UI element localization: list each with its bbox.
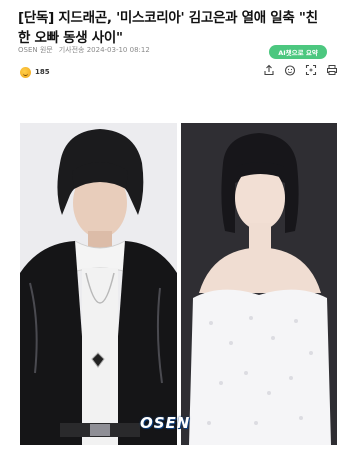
article-headline: [단독] 지드래곤, '미스코리아' 김고은과 열애 일축 "친한 오빠 동생 … [18, 10, 318, 46]
article-date: 기사전송 2024-03-10 08:12 [58, 46, 150, 54]
reaction-counter[interactable]: 185 [20, 66, 50, 78]
smile-reaction-icon [20, 66, 31, 78]
fullscreen-icon[interactable] [305, 64, 317, 76]
reaction-count: 185 [35, 68, 50, 76]
share-icon[interactable] [263, 64, 275, 76]
photo-watermark: OSEN [140, 414, 191, 432]
article-toolbar [263, 64, 338, 76]
article-photo-right [181, 123, 337, 445]
photo-right-illustration [181, 123, 337, 445]
print-icon[interactable] [326, 64, 338, 76]
emoji-icon[interactable] [284, 64, 296, 76]
photo-left-illustration [20, 123, 177, 445]
article-photo-left [20, 123, 177, 445]
article-source[interactable]: OSEN 원문 [18, 45, 53, 55]
article-meta: OSEN 원문 기사전송 2024-03-10 08:12 [18, 44, 150, 56]
ai-summary-button[interactable]: AI챗으로 요약 [269, 45, 327, 59]
